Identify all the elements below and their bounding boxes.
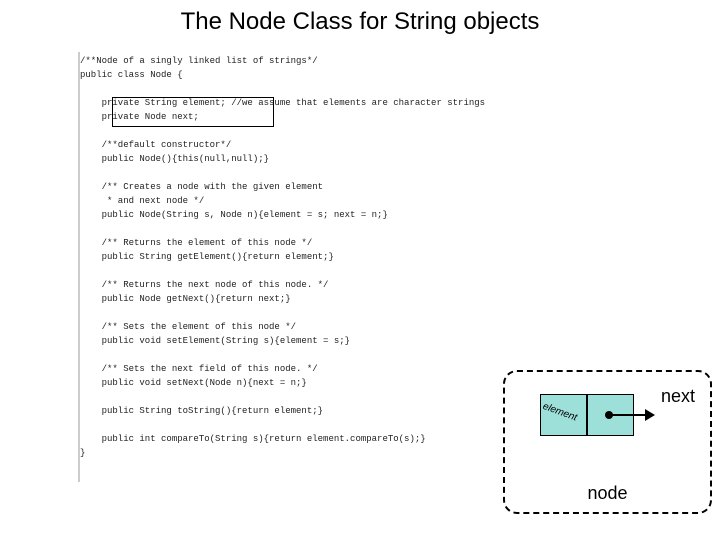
node-diagram: element next node xyxy=(503,370,712,514)
slide-page: The Node Class for String objects /**Nod… xyxy=(0,0,720,540)
next-label: next xyxy=(661,386,695,407)
page-title: The Node Class for String objects xyxy=(0,8,720,36)
next-pointer-arrow xyxy=(609,414,653,416)
node-label: node xyxy=(505,483,710,504)
element-cell-label: element xyxy=(541,401,578,424)
element-cell: element xyxy=(540,394,587,436)
